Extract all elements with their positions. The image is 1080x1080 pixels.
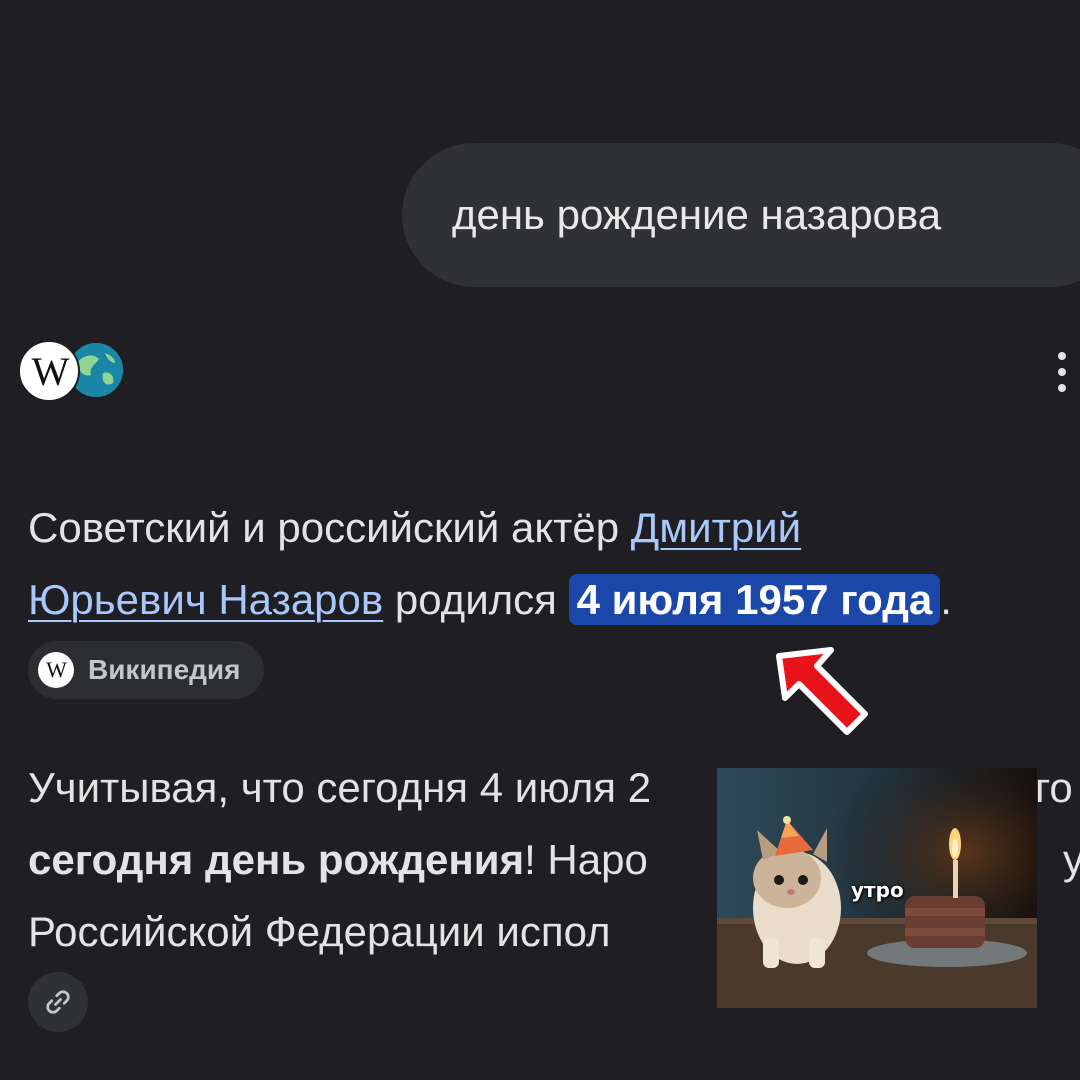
meme-kitten-cake-image: утро	[717, 768, 1037, 1008]
person-link-continued[interactable]: Юрьевич Назаров	[28, 576, 383, 623]
source-chip-label: Википедия	[88, 654, 241, 685]
meme-caption: утро	[851, 878, 904, 902]
wikipedia-icon: W	[18, 340, 80, 402]
wikipedia-source-chip[interactable]: W Википедия	[28, 641, 265, 699]
answer-line-2: Юрьевич Назаров родился 4 июля 1957 года…	[28, 564, 1080, 636]
screen: день рождение назарова W Советский и рос…	[0, 0, 1080, 1080]
answer-text-part: .	[940, 576, 952, 623]
red-arrow-pointer	[776, 647, 868, 735]
para2-text: у	[1063, 836, 1080, 883]
wikipedia-icon: W	[38, 652, 74, 688]
user-query-text: день рождение назарова	[452, 191, 942, 238]
user-query-bubble: день рождение назарова	[402, 143, 1080, 287]
birthday-bold-text: сегодня день рождения	[28, 836, 525, 883]
para2-text: Учитывая, что сегодня 4 июля 2	[28, 764, 652, 811]
person-link[interactable]: Дмитрий	[631, 504, 801, 551]
source-icons[interactable]: W	[18, 340, 128, 402]
more-vert-icon[interactable]	[1050, 350, 1080, 394]
copy-link-button[interactable]	[28, 972, 88, 1032]
para2-text: го	[1035, 764, 1073, 811]
answer-text: Советский и российский актёр Дмитрий Юрь…	[28, 492, 1080, 636]
para2-text: Российской Федерации испол	[28, 908, 611, 955]
answer-line-1: Советский и российский актёр Дмитрий	[28, 492, 1080, 564]
link-icon	[46, 990, 70, 1014]
answer-text-part: родился	[383, 576, 569, 623]
answer-text-part: Советский и российский актёр	[28, 504, 631, 551]
para2-text: ! Наро	[524, 836, 648, 883]
birth-date-highlight: 4 июля 1957 года	[568, 574, 941, 625]
